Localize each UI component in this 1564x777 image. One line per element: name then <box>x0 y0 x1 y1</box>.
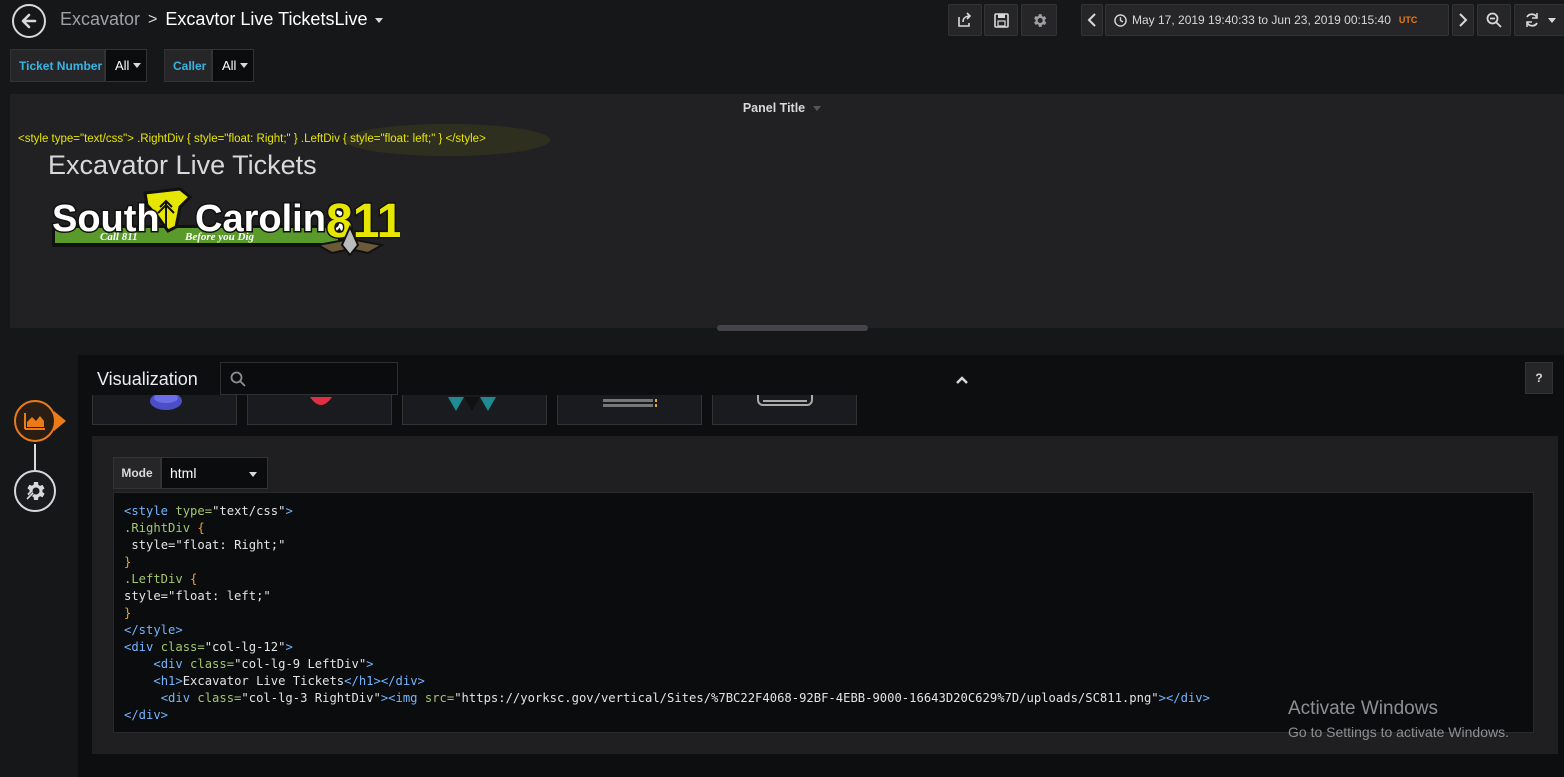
variable-select-caller[interactable]: All <box>212 49 254 82</box>
mode-select[interactable]: html <box>161 457 268 489</box>
logo-number-811: 811 <box>326 195 400 248</box>
chevron-left-icon <box>1087 13 1096 27</box>
wrench-gear-icon <box>25 482 45 501</box>
variable-value: All <box>115 58 130 73</box>
code-editor[interactable]: <style type="text/css"> .RightDiv { styl… <box>113 492 1534 733</box>
clock-icon <box>1114 13 1127 27</box>
viz-card-4[interactable] <box>557 395 702 425</box>
save-icon <box>993 12 1009 28</box>
activate-windows-subtitle: Go to Settings to activate Windows. <box>1288 724 1509 740</box>
zoom-out-button[interactable] <box>1477 4 1511 36</box>
visualization-search-input[interactable] <box>220 362 398 395</box>
zoom-out-icon <box>1486 12 1502 28</box>
viz-text-icon <box>757 395 813 406</box>
chevron-right-icon <box>1459 13 1468 27</box>
settings-button[interactable] <box>1021 4 1057 36</box>
breadcrumb-folder[interactable]: Excavator <box>60 9 140 30</box>
viz-card-3[interactable] <box>402 395 547 425</box>
sc811-logo: South Carolina 811 Call 811 Before you D… <box>51 187 400 257</box>
visualization-title: Visualization <box>97 369 198 389</box>
variable-label-ticket-number: Ticket Number <box>10 49 105 82</box>
caret-down-icon <box>240 63 249 68</box>
panel-title[interactable]: Panel Title <box>0 101 1564 115</box>
viz-card-2[interactable] <box>247 395 392 425</box>
active-step-arrow-icon <box>54 411 66 431</box>
panel-heading: Excavator Live Tickets <box>48 150 317 180</box>
arrow-left-icon <box>21 13 37 29</box>
step-connector <box>34 444 36 470</box>
share-icon <box>958 12 972 27</box>
variable-label-caller: Caller <box>164 49 212 82</box>
collapse-chevron-up-icon[interactable] <box>950 372 974 388</box>
viz-graph-icon <box>150 395 182 410</box>
logo-tagline-dig: Before you Dig <box>184 231 255 243</box>
caret-down-icon <box>1548 17 1556 23</box>
viz-card-5[interactable] <box>712 395 857 425</box>
time-forward-button[interactable] <box>1452 4 1474 36</box>
panel-resize-handle[interactable] <box>717 325 868 331</box>
gear-icon <box>1033 13 1046 27</box>
viz-heatmap-icon <box>448 397 496 411</box>
code-text: <style <box>124 504 176 518</box>
mode-value: html <box>170 465 197 481</box>
caret-down-icon <box>133 63 142 68</box>
share-button[interactable] <box>948 4 982 36</box>
refresh-icon <box>1526 13 1538 27</box>
caret-down-icon <box>813 106 822 112</box>
logo-tagline-call: Call 811 <box>100 231 138 243</box>
save-button[interactable] <box>984 4 1018 36</box>
search-icon <box>230 371 246 387</box>
timezone-badge: UTC <box>1398 15 1418 25</box>
refresh-button[interactable] <box>1514 4 1564 36</box>
time-back-button[interactable] <box>1081 4 1103 36</box>
viz-singlestat-icon <box>310 397 332 405</box>
mode-label: Mode <box>113 457 161 489</box>
help-button[interactable]: ? <box>1525 362 1553 394</box>
caret-down-icon <box>375 17 384 23</box>
viz-card-1[interactable] <box>92 395 237 425</box>
back-button[interactable] <box>12 4 46 38</box>
breadcrumb-separator: > <box>148 10 158 28</box>
viz-bar-gauge-icon <box>603 399 657 407</box>
variable-select-ticket-number[interactable]: All <box>105 49 147 82</box>
time-range-text: May 17, 2019 19:40:33 to Jun 23, 2019 00… <box>1132 13 1391 27</box>
caret-down-icon <box>249 472 257 477</box>
time-range-picker[interactable]: May 17, 2019 19:40:33 to Jun 23, 2019 00… <box>1105 4 1449 36</box>
dashboard-title[interactable]: Excavtor Live TicketsLive <box>165 9 384 30</box>
area-chart-icon <box>24 413 45 430</box>
variable-value: All <box>222 58 237 73</box>
activate-windows-title: Activate Windows <box>1288 698 1438 719</box>
general-settings-step-button[interactable] <box>14 470 56 512</box>
visualization-step-button[interactable] <box>14 400 56 442</box>
breadcrumb: Excavator > Excavtor Live TicketsLive <box>60 9 384 30</box>
raw-style-text: <style type="text/css"> .RightDiv { styl… <box>18 133 486 145</box>
